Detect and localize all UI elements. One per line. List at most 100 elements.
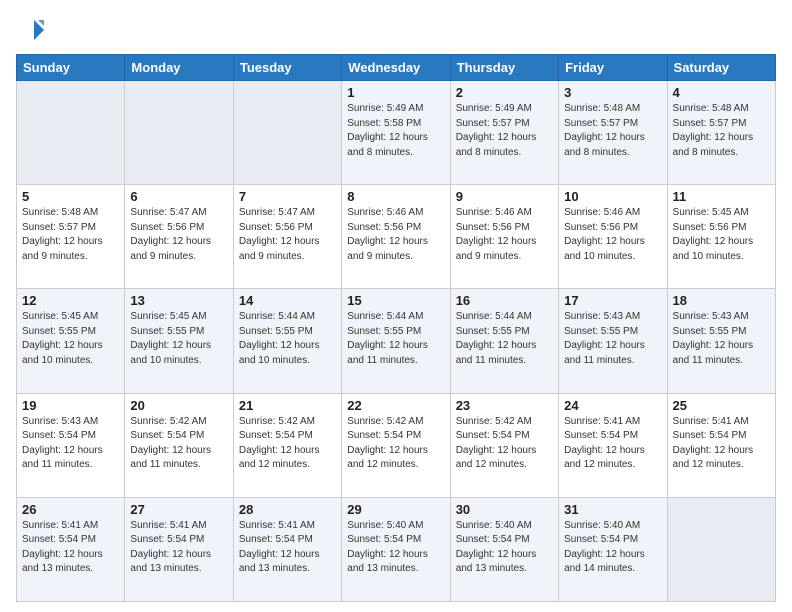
day-number: 17 [564, 293, 661, 308]
day-number: 3 [564, 85, 661, 100]
day-info: Sunrise: 5:49 AMSunset: 5:57 PMDaylight:… [456, 102, 553, 160]
logo-icon [16, 16, 44, 44]
calendar-cell: 8 Sunrise: 5:46 AMSunset: 5:56 PMDaylight… [342, 185, 450, 289]
day-number: 5 [22, 189, 119, 204]
day-number: 18 [673, 293, 770, 308]
week-row-4: 19Sunrise: 5:43 AMSunset: 5:54 PMDayligh… [17, 393, 776, 497]
page: SundayMondayTuesdayWednesdayThursdayFrid… [0, 0, 792, 612]
calendar-cell: 31 Sunrise: 5:40 AMSunset: 5:54 PMDayligh… [559, 497, 667, 601]
day-info: Sunrise: 5:40 AMSunset: 5:54 PMDaylight:… [456, 519, 553, 577]
calendar-cell: 2 Sunrise: 5:49 AMSunset: 5:57 PMDaylight… [450, 81, 558, 185]
day-info: Sunrise: 5:44 AMSunset: 5:55 PMDaylight:… [456, 310, 553, 368]
day-info: Sunrise: 5:43 AMSunset: 5:55 PMDaylight:… [673, 310, 770, 368]
day-info: Sunrise: 5:44 AMSunset: 5:55 PMDaylight:… [239, 310, 336, 368]
day-number: 1 [347, 85, 444, 100]
logo [16, 16, 48, 44]
calendar-cell: 14 Sunrise: 5:44 AMSunset: 5:55 PMDayligh… [233, 289, 341, 393]
day-number: 2 [456, 85, 553, 100]
calendar-cell: 16 Sunrise: 5:44 AMSunset: 5:55 PMDayligh… [450, 289, 558, 393]
day-info: Sunrise: 5:40 AMSunset: 5:54 PMDaylight:… [564, 519, 661, 577]
day-info: Sunrise: 5:43 AMSunset: 5:55 PMDaylight:… [564, 310, 661, 368]
day-info: Sunrise: 5:41 AMSunset: 5:54 PMDaylight:… [564, 415, 661, 473]
day-number: 16 [456, 293, 553, 308]
day-number: 25 [673, 398, 770, 413]
calendar-cell: 20 Sunrise: 5:42 AMSunset: 5:54 PMDayligh… [125, 393, 233, 497]
day-info: Sunrise: 5:48 AMSunset: 5:57 PMDaylight:… [673, 102, 770, 160]
calendar-cell: 11Sunrise: 5:45 AMSunset: 5:56 PMDayligh… [667, 185, 775, 289]
day-info: Sunrise: 5:45 AMSunset: 5:55 PMDaylight:… [22, 310, 119, 368]
week-row-1: 1 Sunrise: 5:49 AMSunset: 5:58 PMDaylight… [17, 81, 776, 185]
day-number: 27 [130, 502, 227, 517]
day-number: 4 [673, 85, 770, 100]
day-number: 19 [22, 398, 119, 413]
day-number: 8 [347, 189, 444, 204]
calendar-cell: 13Sunrise: 5:45 AMSunset: 5:55 PMDayligh… [125, 289, 233, 393]
day-info: Sunrise: 5:42 AMSunset: 5:54 PMDaylight:… [347, 415, 444, 473]
day-number: 20 [130, 398, 227, 413]
weekday-header-row: SundayMondayTuesdayWednesdayThursdayFrid… [17, 55, 776, 81]
day-info: Sunrise: 5:46 AMSunset: 5:56 PMDaylight:… [564, 206, 661, 264]
day-number: 13 [130, 293, 227, 308]
day-number: 12 [22, 293, 119, 308]
calendar-cell: 29Sunrise: 5:40 AMSunset: 5:54 PMDayligh… [342, 497, 450, 601]
day-info: Sunrise: 5:47 AMSunset: 5:56 PMDaylight:… [239, 206, 336, 264]
calendar-cell: 4 Sunrise: 5:48 AMSunset: 5:57 PMDaylight… [667, 81, 775, 185]
day-info: Sunrise: 5:41 AMSunset: 5:54 PMDaylight:… [22, 519, 119, 577]
day-info: Sunrise: 5:42 AMSunset: 5:54 PMDaylight:… [239, 415, 336, 473]
weekday-header-tuesday: Tuesday [233, 55, 341, 81]
day-info: Sunrise: 5:42 AMSunset: 5:54 PMDaylight:… [130, 415, 227, 473]
day-info: Sunrise: 5:46 AMSunset: 5:56 PMDaylight:… [456, 206, 553, 264]
weekday-header-monday: Monday [125, 55, 233, 81]
day-number: 15 [347, 293, 444, 308]
calendar-cell [17, 81, 125, 185]
calendar-cell: 22 Sunrise: 5:42 AMSunset: 5:54 PMDayligh… [342, 393, 450, 497]
day-number: 10 [564, 189, 661, 204]
day-number: 9 [456, 189, 553, 204]
day-info: Sunrise: 5:49 AMSunset: 5:58 PMDaylight:… [347, 102, 444, 160]
week-row-3: 12 Sunrise: 5:45 AMSunset: 5:55 PMDayligh… [17, 289, 776, 393]
calendar-cell: 25 Sunrise: 5:41 AMSunset: 5:54 PMDayligh… [667, 393, 775, 497]
calendar-cell [667, 497, 775, 601]
day-number: 29 [347, 502, 444, 517]
calendar-cell: 18 Sunrise: 5:43 AMSunset: 5:55 PMDayligh… [667, 289, 775, 393]
calendar-cell [125, 81, 233, 185]
calendar-cell: 3 Sunrise: 5:48 AMSunset: 5:57 PMDaylight… [559, 81, 667, 185]
day-info: Sunrise: 5:42 AMSunset: 5:54 PMDaylight:… [456, 415, 553, 473]
calendar-cell: 1 Sunrise: 5:49 AMSunset: 5:58 PMDaylight… [342, 81, 450, 185]
day-number: 26 [22, 502, 119, 517]
calendar-cell: 23Sunrise: 5:42 AMSunset: 5:54 PMDayligh… [450, 393, 558, 497]
day-number: 24 [564, 398, 661, 413]
day-info: Sunrise: 5:46 AMSunset: 5:56 PMDaylight:… [347, 206, 444, 264]
weekday-header-thursday: Thursday [450, 55, 558, 81]
day-number: 7 [239, 189, 336, 204]
calendar-cell: 24 Sunrise: 5:41 AMSunset: 5:54 PMDayligh… [559, 393, 667, 497]
weekday-header-wednesday: Wednesday [342, 55, 450, 81]
week-row-2: 5 Sunrise: 5:48 AMSunset: 5:57 PMDaylight… [17, 185, 776, 289]
calendar-cell: 12 Sunrise: 5:45 AMSunset: 5:55 PMDayligh… [17, 289, 125, 393]
day-number: 14 [239, 293, 336, 308]
day-info: Sunrise: 5:45 AMSunset: 5:56 PMDaylight:… [673, 206, 770, 264]
day-info: Sunrise: 5:48 AMSunset: 5:57 PMDaylight:… [22, 206, 119, 264]
calendar-cell: 26 Sunrise: 5:41 AMSunset: 5:54 PMDayligh… [17, 497, 125, 601]
calendar-cell: 6Sunrise: 5:47 AMSunset: 5:56 PMDaylight… [125, 185, 233, 289]
day-info: Sunrise: 5:41 AMSunset: 5:54 PMDaylight:… [239, 519, 336, 577]
calendar-cell: 10 Sunrise: 5:46 AMSunset: 5:56 PMDayligh… [559, 185, 667, 289]
calendar-cell: 7 Sunrise: 5:47 AMSunset: 5:56 PMDaylight… [233, 185, 341, 289]
calendar-cell: 21Sunrise: 5:42 AMSunset: 5:54 PMDayligh… [233, 393, 341, 497]
weekday-header-friday: Friday [559, 55, 667, 81]
day-number: 28 [239, 502, 336, 517]
week-row-5: 26 Sunrise: 5:41 AMSunset: 5:54 PMDayligh… [17, 497, 776, 601]
calendar-cell: 15 Sunrise: 5:44 AMSunset: 5:55 PMDayligh… [342, 289, 450, 393]
day-info: Sunrise: 5:41 AMSunset: 5:54 PMDaylight:… [130, 519, 227, 577]
day-info: Sunrise: 5:44 AMSunset: 5:55 PMDaylight:… [347, 310, 444, 368]
weekday-header-saturday: Saturday [667, 55, 775, 81]
day-number: 31 [564, 502, 661, 517]
weekday-header-sunday: Sunday [17, 55, 125, 81]
calendar-cell: 28 Sunrise: 5:41 AMSunset: 5:54 PMDayligh… [233, 497, 341, 601]
day-number: 22 [347, 398, 444, 413]
calendar-cell [233, 81, 341, 185]
calendar-table: SundayMondayTuesdayWednesdayThursdayFrid… [16, 54, 776, 602]
header [16, 16, 776, 44]
day-info: Sunrise: 5:41 AMSunset: 5:54 PMDaylight:… [673, 415, 770, 473]
day-info: Sunrise: 5:48 AMSunset: 5:57 PMDaylight:… [564, 102, 661, 160]
